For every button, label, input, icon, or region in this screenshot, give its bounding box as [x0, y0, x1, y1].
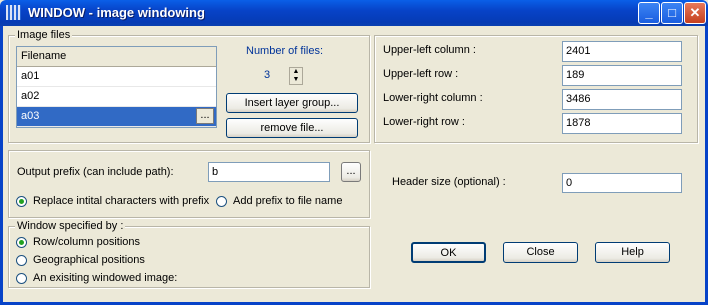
- header-size-label: Header size (optional) :: [392, 176, 506, 188]
- add-prefix-radio[interactable]: [216, 196, 227, 207]
- output-prefix-label: Output prefix (can include path):: [17, 166, 174, 178]
- insert-layer-group-button[interactable]: Insert layer group...: [226, 93, 358, 113]
- close-window-button[interactable]: ✕: [684, 2, 706, 24]
- lower-right-column-label: Lower-right column :: [383, 92, 483, 104]
- num-files-value: 3: [264, 69, 271, 81]
- upper-left-column-field[interactable]: 2401: [562, 41, 682, 62]
- existing-windowed-image-label: An exisiting windowed image:: [33, 272, 178, 284]
- row-column-positions-radio[interactable]: [16, 237, 27, 248]
- num-files-label: Number of files:: [246, 45, 324, 57]
- num-files-spinner[interactable]: ▲ ▼: [289, 67, 303, 85]
- lower-right-row-field[interactable]: 1878: [562, 113, 682, 134]
- header-size-field[interactable]: 0: [562, 173, 682, 193]
- file-name: a01: [21, 70, 40, 82]
- geographical-positions-radio[interactable]: [16, 255, 27, 266]
- maximize-button[interactable]: □: [661, 2, 683, 24]
- replace-prefix-radio[interactable]: [16, 196, 27, 207]
- spinner-up-icon[interactable]: ▲: [290, 68, 302, 76]
- lower-right-column-field[interactable]: 3486: [562, 89, 682, 110]
- file-list[interactable]: Filename a01 a02 a03 ...: [16, 46, 217, 128]
- ok-button[interactable]: OK: [411, 242, 486, 263]
- existing-windowed-image-radio[interactable]: [16, 273, 27, 284]
- spinner-down-icon[interactable]: ▼: [290, 76, 302, 84]
- upper-left-row-label: Upper-left row :: [383, 68, 459, 80]
- title-bar: WINDOW - image windowing _ □ ✕: [0, 0, 708, 26]
- list-item[interactable]: a01: [17, 67, 216, 87]
- replace-prefix-label: Replace intital characters with prefix: [33, 195, 210, 207]
- add-prefix-label: Add prefix to file name: [233, 195, 343, 207]
- image-files-legend: Image files: [15, 29, 73, 41]
- output-browse-button[interactable]: ...: [341, 162, 361, 182]
- row-column-positions-label: Row/column positions: [33, 236, 140, 248]
- browse-file-button[interactable]: ...: [196, 108, 214, 124]
- file-name: a02: [21, 90, 40, 102]
- help-button[interactable]: Help: [595, 242, 670, 263]
- output-prefix-group: [8, 150, 370, 218]
- file-name: a03: [21, 110, 40, 122]
- upper-left-column-label: Upper-left column :: [383, 44, 476, 56]
- close-button[interactable]: Close: [503, 242, 578, 263]
- minimize-button[interactable]: _: [638, 2, 660, 24]
- lower-right-row-label: Lower-right row :: [383, 116, 465, 128]
- window-title: WINDOW - image windowing: [28, 5, 205, 20]
- list-item-selected[interactable]: a03 ...: [17, 107, 216, 127]
- app-icon: [6, 5, 21, 20]
- output-prefix-field[interactable]: b: [208, 162, 330, 182]
- filename-column-header[interactable]: Filename: [17, 47, 216, 67]
- upper-left-row-field[interactable]: 189: [562, 65, 682, 86]
- list-item[interactable]: a02: [17, 87, 216, 107]
- remove-file-button[interactable]: remove file...: [226, 118, 358, 138]
- geographical-positions-label: Geographical positions: [33, 254, 145, 266]
- window-spec-legend: Window specified by :: [15, 220, 126, 232]
